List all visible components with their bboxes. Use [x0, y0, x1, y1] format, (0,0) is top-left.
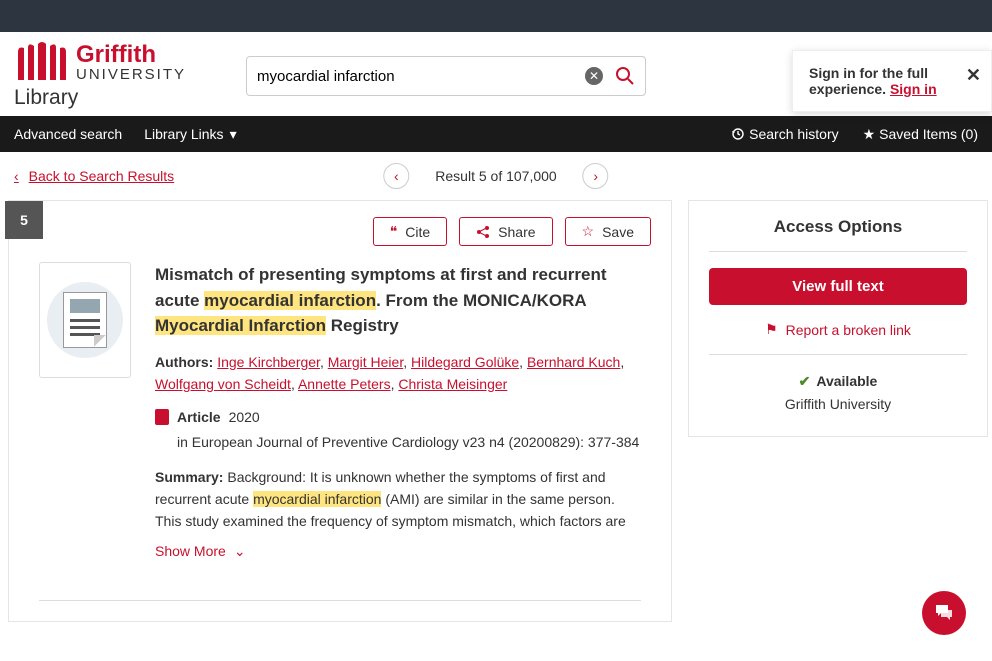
author-link[interactable]: Inge Kirchberger [217, 354, 320, 370]
chat-icon [933, 602, 955, 624]
library-label: Library [14, 86, 186, 110]
signin-link[interactable]: Sign in [890, 81, 937, 97]
report-broken-link[interactable]: ⚑ Report a broken link [709, 321, 967, 338]
search-input[interactable] [257, 68, 585, 85]
show-more-button[interactable]: Show More⌄ [155, 543, 641, 560]
clear-search-icon[interactable]: ✕ [585, 67, 603, 85]
logo[interactable]: Griffith UNIVERSITY Library [14, 42, 186, 110]
star-icon: ★ [863, 126, 876, 142]
griffith-logo-icon [14, 42, 70, 82]
article-year: 2020 [229, 409, 260, 425]
authors: Authors: Inge Kirchberger, Margit Heier,… [155, 351, 641, 396]
author-link[interactable]: Wolfgang von Scheidt [155, 376, 291, 392]
divider [39, 600, 641, 601]
availability: ✔Available Griffith University [709, 354, 967, 412]
article-title: Mismatch of presenting symptoms at first… [155, 262, 641, 339]
back-to-results-link[interactable]: ‹ Back to Search Results [14, 168, 174, 184]
institution: Griffith University [709, 396, 967, 412]
star-outline-icon: ☆ [582, 223, 595, 240]
share-button[interactable]: Share [459, 217, 552, 246]
save-button[interactable]: ☆Save [565, 217, 651, 246]
cite-button[interactable]: ❝Cite [373, 217, 447, 246]
summary: Summary: Background: It is unknown wheth… [155, 466, 641, 533]
header: Griffith UNIVERSITY Library ✕ Sign in fo… [0, 32, 992, 116]
result-pagination: ‹ Result 5 of 107,000 › [383, 163, 608, 189]
chevron-left-icon: ‹ [14, 168, 19, 184]
author-link[interactable]: Hildegard Golüke [411, 354, 519, 370]
search-icon [615, 66, 635, 86]
close-icon[interactable]: ✕ [966, 65, 981, 86]
search-history-link[interactable]: Search history [731, 126, 838, 142]
nav-bar: Advanced search Library Links▾ Search hi… [0, 116, 992, 152]
search-box: ✕ [246, 56, 646, 96]
flag-icon: ⚑ [765, 321, 778, 338]
author-link[interactable]: Margit Heier [328, 354, 403, 370]
author-link[interactable]: Bernhard Kuch [527, 354, 620, 370]
article-type-row: Article 2020 [155, 409, 641, 425]
history-icon [731, 127, 745, 141]
saved-items-link[interactable]: ★Saved Items (0) [863, 126, 978, 143]
share-icon [476, 225, 490, 239]
library-links-menu[interactable]: Library Links▾ [144, 126, 236, 143]
result-number-badge: 5 [5, 201, 43, 239]
result-position: Result 5 of 107,000 [435, 168, 556, 184]
prev-result-button[interactable]: ‹ [383, 163, 409, 189]
publication-info: in European Journal of Preventive Cardio… [177, 431, 641, 453]
chat-button[interactable] [922, 591, 966, 635]
quote-icon: ❝ [390, 223, 398, 240]
result-bar: ‹ Back to Search Results ‹ Result 5 of 1… [0, 152, 992, 200]
main-content: 5 ❝Cite Share ☆Save Mismatch of presenti… [0, 200, 992, 642]
sidebar: Access Options View full text ⚑ Report a… [688, 200, 988, 622]
search-button[interactable] [615, 66, 635, 86]
advanced-search-link[interactable]: Advanced search [14, 126, 122, 142]
thumbnail [39, 262, 131, 378]
chevron-down-icon: ▾ [230, 126, 237, 142]
access-options-title: Access Options [709, 217, 967, 252]
document-icon [63, 292, 107, 348]
access-options: Access Options View full text ⚑ Report a… [688, 200, 988, 437]
record-card: 5 ❝Cite Share ☆Save Mismatch of presenti… [8, 200, 672, 622]
check-icon: ✔ [799, 373, 811, 389]
signin-prompt: Sign in for the full experience. Sign in… [792, 50, 992, 112]
author-link[interactable]: Christa Meisinger [398, 376, 507, 392]
author-link[interactable]: Annette Peters [298, 376, 391, 392]
next-result-button[interactable]: › [583, 163, 609, 189]
view-full-text-button[interactable]: View full text [709, 268, 967, 305]
action-bar: ❝Cite Share ☆Save [9, 201, 671, 262]
article-type: Article [177, 409, 221, 425]
brand-name: Griffith [76, 43, 186, 67]
chevron-down-icon: ⌄ [234, 543, 246, 560]
brand-sub: UNIVERSITY [76, 67, 186, 82]
article-type-icon [155, 409, 169, 425]
top-bar [0, 0, 992, 32]
